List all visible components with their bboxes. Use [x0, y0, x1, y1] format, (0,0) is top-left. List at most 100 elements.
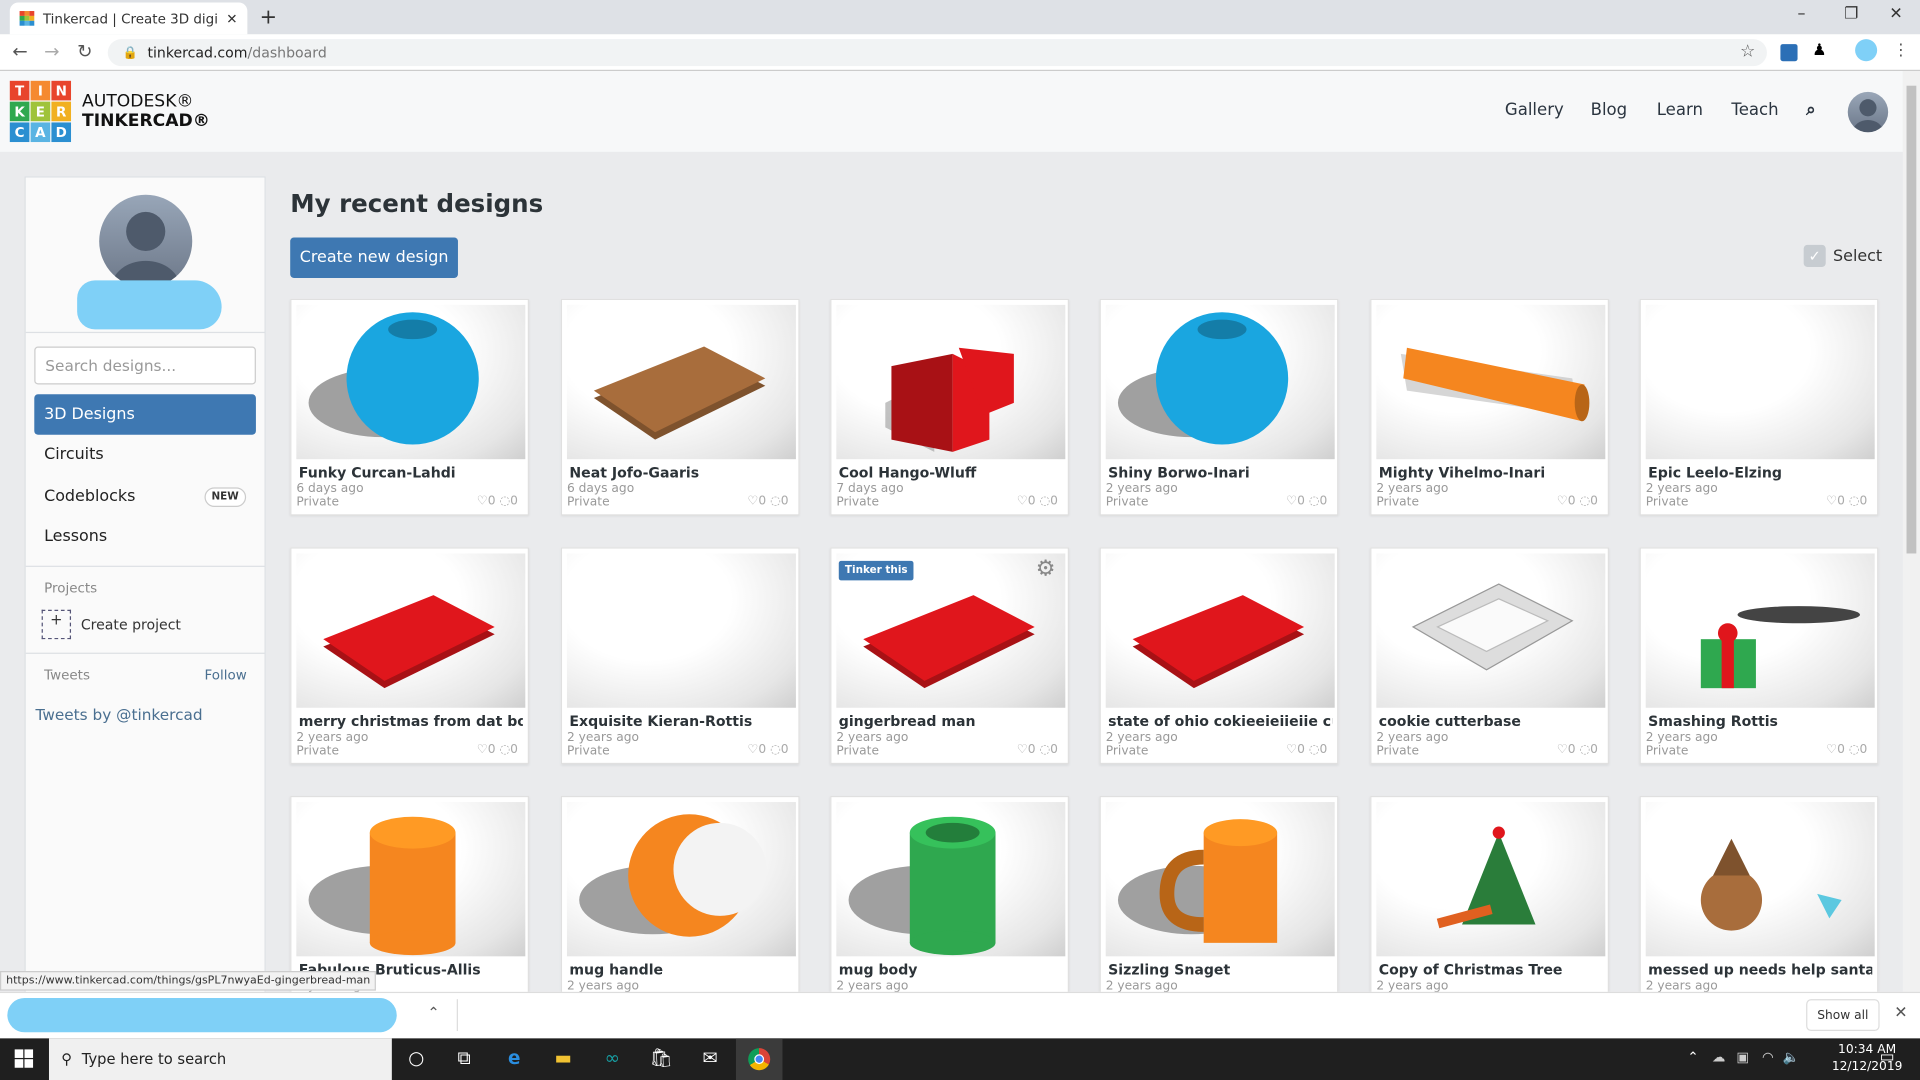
design-thumbnail[interactable]	[566, 553, 796, 708]
design-title[interactable]: cookie cutterbase	[1379, 713, 1603, 730]
avatar[interactable]	[1847, 91, 1889, 133]
design-thumbnail[interactable]	[566, 802, 796, 957]
address-bar[interactable]: 🔒 tinkercad.com/dashboard	[107, 39, 1767, 67]
design-card[interactable]: state of ohio cokieeieiieiie cutter 2 ye…	[1099, 547, 1339, 765]
design-title[interactable]: mug handle	[569, 961, 793, 978]
design-card[interactable]: Exquisite Kieran-Rottis 2 years ago Priv…	[560, 547, 800, 765]
design-card[interactable]: Cool Hango-Wluff 7 days ago Private ♡0 ◌…	[830, 298, 1069, 516]
search-icon[interactable]: ⌕	[1806, 100, 1816, 120]
design-card[interactable]: cookie cutterbase 2 years ago Private ♡0…	[1370, 547, 1609, 765]
nav-gallery[interactable]: Gallery	[1505, 100, 1564, 120]
close-window-button[interactable]: ✕	[1889, 5, 1902, 23]
nav-teach[interactable]: Teach	[1731, 100, 1778, 120]
taskbar-search-input[interactable]: ⚲ Type here to search	[48, 1038, 392, 1080]
design-thumbnail[interactable]	[1376, 553, 1606, 708]
arduino-icon[interactable]: ∞	[599, 1047, 626, 1071]
design-thumbnail[interactable]	[296, 802, 526, 957]
create-project-button[interactable]: + Create project	[41, 609, 181, 640]
design-title[interactable]: Epic Leelo-Elzing	[1648, 464, 1872, 481]
follow-link[interactable]: Follow	[204, 667, 246, 683]
forward-icon[interactable]: →	[44, 40, 59, 62]
close-download-bar-icon[interactable]: ✕	[1894, 1004, 1907, 1022]
design-thumbnail[interactable]	[296, 553, 526, 708]
design-thumbnail[interactable]	[1105, 553, 1335, 708]
select-toggle[interactable]: ✓ Select	[1803, 244, 1882, 267]
design-title[interactable]: Cool Hango-Wluff	[839, 464, 1063, 481]
mail-icon[interactable]: ✉	[697, 1047, 724, 1071]
design-card[interactable]: Copy of Christmas Tree 2 years ago Priva…	[1370, 795, 1609, 1013]
design-card[interactable]: Funky Curcan-Lahdi 6 days ago Private ♡0…	[290, 298, 529, 516]
design-thumbnail[interactable]	[1105, 304, 1335, 460]
design-title[interactable]: Shiny Borwo-Inari	[1108, 464, 1332, 481]
design-card[interactable]: Epic Leelo-Elzing 2 years ago Private ♡0…	[1639, 298, 1879, 516]
tinker-this-button[interactable]: Tinker this	[838, 560, 914, 581]
chevron-up-icon[interactable]: ⌃	[427, 1004, 439, 1021]
design-title[interactable]: mug body	[839, 961, 1063, 978]
design-title[interactable]: messed up needs help santa 20...	[1648, 961, 1872, 978]
new-tab-button[interactable]: +	[260, 5, 277, 29]
create-new-design-button[interactable]: Create new design	[290, 237, 458, 278]
bookmark-star-icon[interactable]: ☆	[1740, 42, 1755, 62]
design-title[interactable]: gingerbread man	[839, 713, 1063, 730]
design-title[interactable]: merry christmas from dat boi	[299, 713, 523, 730]
design-thumbnail[interactable]	[836, 304, 1066, 460]
onedrive-icon[interactable]: ☁	[1712, 1049, 1725, 1065]
design-card[interactable]: Neat Jofo-Gaaris 6 days ago Private ♡0 ◌…	[560, 298, 800, 516]
design-thumbnail[interactable]	[1376, 802, 1606, 957]
design-thumbnail[interactable]	[1645, 802, 1875, 957]
nav-learn[interactable]: Learn	[1657, 100, 1703, 120]
file-explorer-icon[interactable]: ▬	[550, 1047, 577, 1071]
minimize-button[interactable]: –	[1798, 5, 1806, 23]
design-card[interactable]: merry christmas from dat boi 2 years ago…	[290, 547, 529, 765]
reload-icon[interactable]: ↻	[77, 40, 92, 62]
search-designs-input[interactable]: Search designs...	[34, 346, 256, 385]
nav-blog[interactable]: Blog	[1591, 100, 1628, 120]
browser-tab[interactable]: Tinkercad | Create 3D digital desi ✕	[9, 2, 248, 35]
restore-button[interactable]: ❐	[1844, 5, 1858, 23]
design-thumbnail[interactable]	[836, 802, 1066, 957]
design-thumbnail[interactable]	[1105, 802, 1335, 957]
design-title[interactable]: state of ohio cokieeieiieiie cutter	[1108, 713, 1332, 730]
cortana-icon[interactable]: ○	[403, 1047, 430, 1071]
design-title[interactable]: Mighty Vihelmo-Inari	[1379, 464, 1603, 481]
gear-icon[interactable]: ⚙	[1036, 556, 1056, 582]
design-title[interactable]: Funky Curcan-Lahdi	[299, 464, 523, 481]
design-thumbnail[interactable]	[566, 304, 796, 460]
display-icon[interactable]: ▣	[1736, 1049, 1749, 1065]
design-title[interactable]: Sizzling Snaget	[1108, 961, 1332, 978]
design-title[interactable]: Neat Jofo-Gaaris	[569, 464, 793, 481]
design-card[interactable]: messed up needs help santa 20... 2 years…	[1639, 795, 1879, 1013]
volume-icon[interactable]: 🔈	[1783, 1049, 1800, 1065]
design-card[interactable]: mug handle 2 years ago Private ♡0 ◌0	[560, 795, 800, 1013]
sidebar-item-circuits[interactable]: Circuits	[34, 435, 256, 475]
show-all-button[interactable]: Show all	[1806, 999, 1880, 1032]
wifi-icon[interactable]: ◠	[1762, 1049, 1774, 1065]
extension-icon[interactable]	[1780, 44, 1798, 62]
chrome-taskbar-button[interactable]	[735, 1038, 783, 1080]
task-view-icon[interactable]: ⧉	[451, 1047, 478, 1071]
design-thumbnail[interactable]	[1645, 553, 1875, 708]
back-icon[interactable]: ←	[12, 40, 27, 62]
sidebar-item-3d-designs[interactable]: 3D Designs	[34, 394, 256, 435]
tinkercad-logo[interactable]: TINKERCAD	[9, 80, 72, 143]
design-card[interactable]: Shiny Borwo-Inari 2 years ago Private ♡0…	[1099, 298, 1339, 516]
design-card[interactable]: Mighty Vihelmo-Inari 2 years ago Private…	[1370, 298, 1609, 516]
design-card[interactable]: Sizzling Snaget 2 years ago Private ♡0 ◌…	[1099, 795, 1339, 1013]
brand-name[interactable]: AUTODESK® TINKERCAD®	[82, 92, 210, 131]
tweets-link[interactable]: Tweets by @tinkercad	[36, 705, 203, 723]
show-hidden-icons[interactable]: ⌃	[1687, 1049, 1698, 1065]
store-icon[interactable]: 🛍	[648, 1047, 675, 1071]
notifications-icon[interactable]: ▭	[1880, 1048, 1895, 1066]
design-thumbnail[interactable]	[296, 304, 526, 460]
close-tab-icon[interactable]: ✕	[226, 10, 237, 26]
scrollbar-thumb[interactable]	[1906, 85, 1917, 554]
sidebar-item-lessons[interactable]: Lessons	[34, 517, 256, 557]
design-card[interactable]: mug body 2 years ago Private ♡0 ◌0	[830, 795, 1069, 1013]
design-title[interactable]: Copy of Christmas Tree	[1379, 961, 1603, 978]
design-title[interactable]: Smashing Rottis	[1648, 713, 1872, 730]
profile-icon[interactable]	[1855, 39, 1878, 62]
windows-start-icon[interactable]	[14, 1049, 34, 1068]
menu-icon[interactable]: ⋮	[1893, 42, 1909, 60]
design-card[interactable]: Smashing Rottis 2 years ago Private ♡0 ◌…	[1639, 547, 1879, 765]
design-title[interactable]: Exquisite Kieran-Rottis	[569, 713, 793, 730]
